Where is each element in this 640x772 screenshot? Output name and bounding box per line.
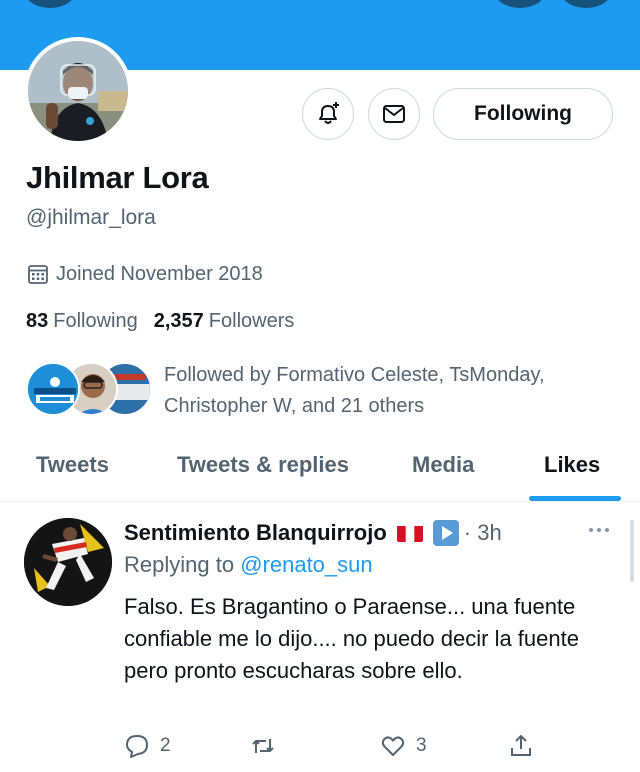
joined-text: Joined November 2018 — [56, 262, 263, 285]
like-icon — [381, 736, 405, 756]
search-button[interactable] — [494, 0, 546, 8]
reply-count: 2 — [160, 735, 171, 756]
joined-date: Joined November 2018 — [26, 262, 263, 286]
retweet-icon — [252, 739, 274, 753]
tweet-text: Falso. Es Bragantino o Paraense... una f… — [124, 594, 579, 683]
more-icon[interactable] — [586, 520, 612, 540]
notifications-button[interactable] — [302, 88, 354, 140]
play-icon — [432, 519, 460, 547]
profile-avatar[interactable] — [24, 37, 132, 145]
profile-handle: @jhilmar_lora — [26, 206, 156, 229]
tab-tweets-and-replies[interactable]: Tweets & replies — [177, 452, 349, 478]
share-button[interactable] — [508, 728, 534, 764]
message-icon — [383, 105, 405, 123]
like-count: 3 — [416, 735, 427, 756]
following-count: 83 — [26, 310, 49, 332]
profile-tabs: Tweets Tweets & replies Media Likes — [0, 440, 640, 502]
followed-by-text[interactable]: Followed by Formativo Celeste, TsMonday,… — [164, 360, 614, 422]
message-button[interactable] — [368, 88, 420, 140]
tweet-actions: 2 3 — [0, 728, 640, 764]
calendar-icon — [28, 265, 48, 284]
tab-tweets[interactable]: Tweets — [36, 452, 109, 478]
followers-label: Followers — [208, 310, 295, 332]
share-icon — [511, 735, 531, 756]
followed-by-avatars[interactable] — [26, 362, 152, 418]
following-label: Following — [53, 310, 138, 332]
reply-icon — [126, 735, 148, 758]
tweet-author-avatar[interactable] — [24, 518, 112, 606]
tweet-header: Sentimiento Blanquirrojo · 3h — [124, 518, 502, 548]
peru-flag-icon — [396, 524, 423, 542]
notification-bell-icon — [319, 102, 339, 124]
scrollbar[interactable] — [630, 520, 634, 582]
followers-count: 2,357 — [153, 310, 204, 332]
avatar-photo — [28, 41, 128, 141]
tab-likes[interactable]: Likes — [544, 452, 600, 478]
replying-to-prefix: Replying to — [124, 552, 235, 577]
follower-avatar-formativo-celeste — [26, 362, 80, 416]
following-button[interactable]: Following — [433, 88, 613, 140]
like-button[interactable]: 3 — [380, 728, 427, 764]
tab-media[interactable]: Media — [412, 452, 474, 478]
followers-link[interactable]: 2,357 Followers — [154, 310, 295, 333]
tweet-author-name[interactable]: Sentimiento Blanquirrojo — [124, 520, 387, 546]
tweet-timestamp[interactable]: · 3h — [464, 520, 502, 546]
follow-counts: 83 Following 2,357 Followers — [26, 310, 294, 333]
overflow-button[interactable] — [560, 0, 612, 8]
author-avatar-image — [24, 518, 112, 606]
following-link[interactable]: 83 Following — [26, 310, 138, 333]
reply-button[interactable]: 2 — [124, 728, 171, 764]
profile-name: Jhilmar Lora — [26, 160, 209, 195]
replying-to: Replying to @renato_sun — [124, 552, 373, 578]
active-tab-indicator — [529, 496, 621, 501]
back-button[interactable] — [24, 0, 76, 8]
retweet-button[interactable] — [250, 728, 276, 764]
reply-mention-link[interactable]: @renato_sun — [240, 552, 372, 577]
